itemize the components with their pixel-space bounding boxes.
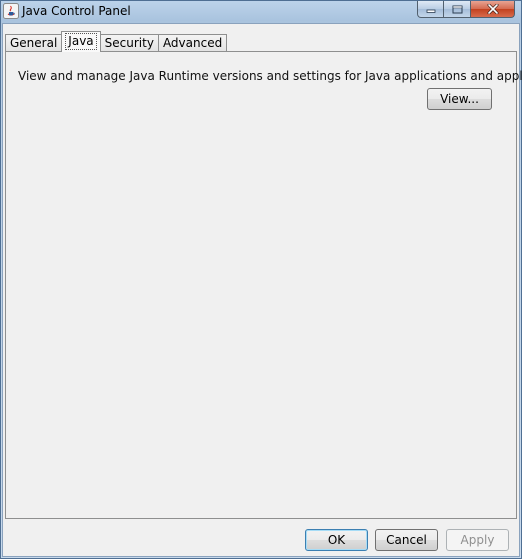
tab-security[interactable]: Security bbox=[99, 34, 159, 52]
tab-strip: General Java Security Advanced bbox=[5, 31, 228, 52]
java-icon bbox=[3, 3, 19, 19]
java-control-panel-window: Java Control Panel General Java Security… bbox=[0, 0, 522, 559]
caption-buttons bbox=[417, 1, 515, 19]
tab-advanced-label: Advanced bbox=[162, 36, 223, 50]
tab-java-label: Java bbox=[65, 33, 97, 50]
ok-button[interactable]: OK bbox=[305, 529, 368, 551]
maximize-icon bbox=[452, 5, 462, 13]
cancel-button[interactable]: Cancel bbox=[375, 529, 438, 551]
minimize-button[interactable] bbox=[417, 1, 444, 18]
tab-advanced[interactable]: Advanced bbox=[157, 34, 228, 52]
tab-java[interactable]: Java bbox=[61, 31, 101, 52]
minimize-icon bbox=[426, 9, 435, 13]
tab-security-label: Security bbox=[104, 36, 154, 50]
apply-button[interactable]: Apply bbox=[446, 529, 509, 551]
close-icon bbox=[487, 4, 498, 14]
close-button[interactable] bbox=[471, 1, 515, 18]
title-bar[interactable]: Java Control Panel bbox=[1, 1, 521, 23]
maximize-button[interactable] bbox=[444, 1, 471, 18]
tab-general-label: General bbox=[10, 36, 58, 50]
client-area: General Java Security Advanced View and … bbox=[2, 23, 522, 557]
window-title: Java Control Panel bbox=[22, 4, 131, 18]
tab-general[interactable]: General bbox=[5, 34, 63, 52]
view-button[interactable]: View... bbox=[427, 88, 492, 110]
java-description: View and manage Java Runtime versions an… bbox=[18, 69, 522, 83]
java-tab-panel: View and manage Java Runtime versions an… bbox=[5, 51, 522, 519]
